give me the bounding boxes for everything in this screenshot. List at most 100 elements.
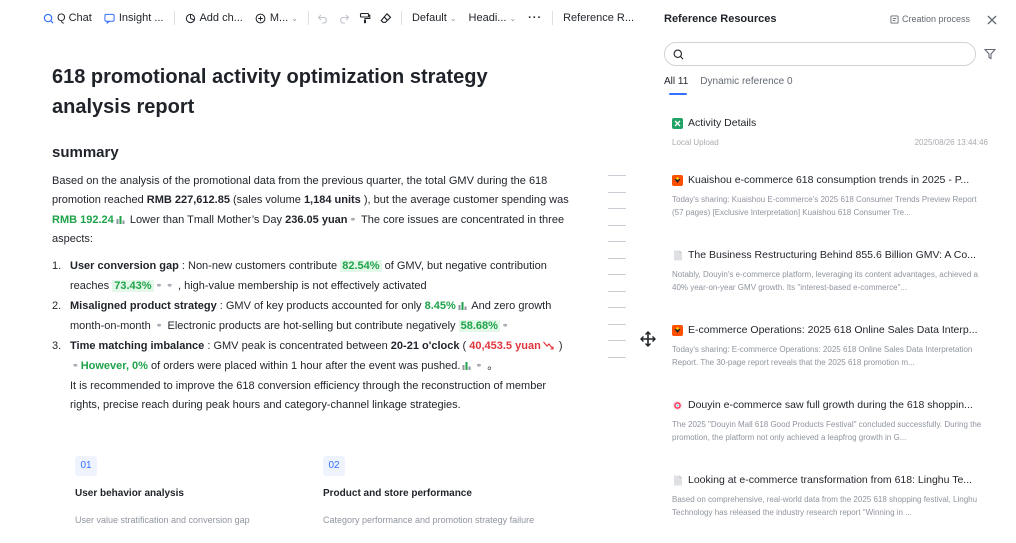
close-icon[interactable] xyxy=(986,13,998,25)
card-number: 01 xyxy=(75,456,97,476)
search-box[interactable] xyxy=(664,42,976,66)
metric-highlight: However, 0% xyxy=(80,360,148,372)
card-title: User behavior analysis xyxy=(75,488,184,499)
metric-highlight: 58.68% xyxy=(458,320,500,332)
eraser-icon[interactable] xyxy=(376,7,397,29)
search-icon xyxy=(673,49,684,59)
editor-toolbar: Q Chat Insight ... Add ch... M... ⌄ Defa… xyxy=(0,0,640,36)
mini-bar-chart-icon[interactable] xyxy=(458,301,467,310)
panel-resize-handle-icon[interactable] xyxy=(640,331,656,347)
search-input[interactable] xyxy=(690,48,960,60)
reference-source: Local Upload xyxy=(672,138,719,147)
link-reference-icon[interactable]: ⚭ xyxy=(350,210,357,229)
reference-title: Douyin e-commerce saw full growth during… xyxy=(688,399,973,411)
reference-item[interactable]: E-commerce Operations: 2025 618 Online S… xyxy=(672,324,988,369)
reference-tabs: All 11 Dynamic reference 0 xyxy=(664,76,793,93)
avg-spending: RMB 192.24 xyxy=(52,214,114,226)
recommendation-paragraph: It is recommended to improve the 618 con… xyxy=(70,380,547,411)
toolbar-divider xyxy=(552,11,554,25)
style-dropdown-value: Default xyxy=(411,12,447,24)
reference-description: Today's sharing: E-commerce Operations: … xyxy=(672,345,973,367)
reference-title: The Business Restructuring Behind 855.6 … xyxy=(688,249,976,261)
document-outline-minimap[interactable] xyxy=(608,175,628,373)
add-chart-label: Add ch... xyxy=(199,12,243,24)
link-reference-icon[interactable]: ⚭ xyxy=(475,356,482,375)
reference-title: Kuaishou e-commerce 618 consumption tren… xyxy=(688,174,970,186)
reference-resources-button[interactable]: Reference R... xyxy=(557,7,640,29)
tmall-spending: 236.05 yuan xyxy=(285,214,348,226)
tab-dynamic-reference[interactable]: Dynamic reference 0 xyxy=(700,76,792,93)
active-tab-indicator xyxy=(669,93,687,95)
reference-item[interactable]: Activity Details Local Upload 2025/08/26… xyxy=(672,117,988,147)
section-card[interactable]: 02 Product and store performance Categor… xyxy=(323,455,543,525)
insight-label: Insight ... xyxy=(118,12,164,24)
summary-paragraph: Based on the analysis of the promotional… xyxy=(52,175,569,245)
insight-button[interactable]: Insight ... xyxy=(98,7,170,29)
reference-item[interactable]: Kuaishou e-commerce 618 consumption tren… xyxy=(672,174,988,219)
excel-icon xyxy=(672,117,683,129)
filter-icon[interactable] xyxy=(983,47,998,61)
metric-highlight: 73.43% xyxy=(112,280,154,292)
reference-title: Looking at e-commerce transformation fro… xyxy=(688,474,973,486)
card-title: Product and store performance xyxy=(323,488,472,499)
q-chat-label: Q Chat xyxy=(57,12,92,24)
style-dropdown[interactable]: Default ⌄ xyxy=(406,12,463,24)
more-insert-button[interactable]: M... ⌄ xyxy=(249,7,304,29)
mini-bar-chart-icon[interactable] xyxy=(116,215,125,224)
link-reference-icon[interactable]: ⚭ xyxy=(166,276,173,295)
list-item: 1. User conversion gap : Non-new custome… xyxy=(52,257,572,296)
toolbar-divider xyxy=(307,11,309,25)
reference-item[interactable]: The Business Restructuring Behind 855.6 … xyxy=(672,249,988,294)
more-options-button[interactable]: ··· xyxy=(522,7,548,29)
kuaishou-icon xyxy=(672,324,683,336)
link-reference-icon[interactable]: ⚭ xyxy=(156,316,163,335)
reference-date: 2025/08/26 13:44:46 xyxy=(914,138,988,147)
list-item: 2. Misaligned product strategy : GMV of … xyxy=(52,297,572,336)
heading-dropdown-value: Headi... xyxy=(468,12,507,24)
link-reference-icon[interactable]: ⚭ xyxy=(72,356,79,375)
summary-heading: summary xyxy=(52,144,119,161)
document-title: 618 promotional activity optimization st… xyxy=(52,66,488,118)
panel-title: Reference Resources xyxy=(664,13,777,25)
section-card[interactable]: 01 User behavior analysis User value str… xyxy=(75,455,295,525)
reference-resources-panel: Reference Resources Creation process All… xyxy=(656,0,1016,543)
trend-down-icon[interactable] xyxy=(542,341,554,350)
reference-title: E-commerce Operations: 2025 618 Online S… xyxy=(688,324,978,336)
format-painter-icon[interactable] xyxy=(355,7,376,29)
reference-description: The 2025 "Douyin Mall 618 Good Products … xyxy=(672,420,982,442)
card-subtitle: Category performance and promotion strat… xyxy=(323,515,535,525)
total-gmv: RMB 227,612.85 xyxy=(146,194,230,206)
chevron-down-icon: ⌄ xyxy=(449,13,457,23)
link-reference-icon[interactable]: ⚭ xyxy=(156,276,163,295)
doc-icon xyxy=(672,475,683,486)
chevron-down-icon: ⌄ xyxy=(509,13,517,23)
reference-description: Today's sharing: Kuaishou E-commerce's 2… xyxy=(672,195,977,217)
reference-item[interactable]: Douyin e-commerce saw full growth during… xyxy=(672,399,988,444)
reference-title: Activity Details xyxy=(688,117,757,129)
reference-description: Based on comprehensive, real-world data … xyxy=(672,495,978,517)
toolbar-divider xyxy=(173,11,175,25)
metric-highlight: 8.45% xyxy=(424,300,456,312)
heading-dropdown[interactable]: Headi... ⌄ xyxy=(463,12,523,24)
undo-icon[interactable] xyxy=(313,7,334,29)
mini-bar-chart-icon[interactable] xyxy=(462,361,471,370)
metric-highlight: 82.54% xyxy=(340,260,382,272)
add-chart-button[interactable]: Add ch... xyxy=(178,7,248,29)
process-icon xyxy=(890,14,899,24)
link-reference-icon[interactable]: ⚭ xyxy=(502,316,509,335)
chevron-down-icon: ⌄ xyxy=(291,13,298,23)
section-cards: 01 User behavior analysis User value str… xyxy=(75,455,595,535)
more-options-icon: ··· xyxy=(528,12,543,24)
doc-icon xyxy=(672,250,683,261)
creation-process-button[interactable]: Creation process xyxy=(890,14,970,24)
document-body[interactable]: 618 promotional activity optimization st… xyxy=(52,62,572,415)
toolbar-divider xyxy=(401,11,402,25)
issues-list: 1. User conversion gap : Non-new custome… xyxy=(52,257,572,376)
reference-item[interactable]: Looking at e-commerce transformation fro… xyxy=(672,474,988,519)
tab-all[interactable]: All 11 xyxy=(664,76,688,93)
comment-icon xyxy=(104,12,116,24)
q-chat-button[interactable]: Q Chat xyxy=(36,7,98,29)
reference-resources-label: Reference R... xyxy=(563,12,635,24)
redo-icon[interactable] xyxy=(334,7,355,29)
metric-highlight: 40,453.5 yuan xyxy=(469,340,541,352)
